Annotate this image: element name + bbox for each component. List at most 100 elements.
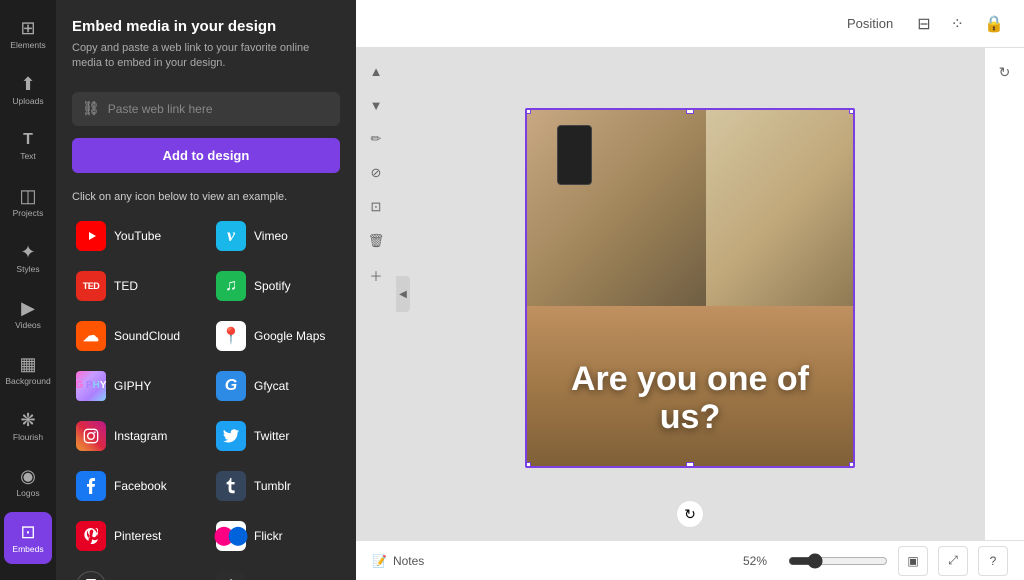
service-item-soundcloud[interactable]: ☁SoundCloud [68, 313, 204, 359]
service-label-spotify: Spotify [254, 279, 291, 293]
styles-icon: ✦ [20, 243, 35, 261]
lock-icon-button[interactable]: 🔒 [980, 10, 1008, 38]
sidebar-label-logos: Logos [16, 488, 39, 498]
sidebar-label-styles: Styles [16, 264, 39, 274]
zoom-controls: 52% ▣ ⤢ ? [743, 546, 1008, 576]
service-icon-gfycat: G [216, 371, 246, 401]
service-item-facebook[interactable]: Facebook [68, 463, 204, 509]
add-tool-button[interactable]: ＋ [361, 260, 391, 290]
sidebar-item-elements[interactable]: ⊞ Elements [4, 8, 52, 60]
help-button[interactable]: ? [978, 546, 1008, 576]
sidebar-item-styles[interactable]: ✦ Styles [4, 232, 52, 284]
text-icon: T [23, 132, 33, 148]
link-icon: ⛓ [82, 100, 100, 117]
service-item-vimeo[interactable]: vVimeo [208, 213, 344, 259]
handle-top-right[interactable] [849, 108, 855, 114]
sidebar-item-logos[interactable]: ◉ Logos [4, 456, 52, 508]
service-item-tumblr[interactable]: Tumblr [208, 463, 344, 509]
sidebar-item-uploads[interactable]: ⬆ Uploads [4, 64, 52, 116]
rotate-handle-button[interactable]: ↻ [676, 500, 704, 528]
sidebar-label-text: Text [20, 151, 36, 161]
layout-icon-button[interactable]: ⊟ [913, 10, 934, 38]
copy-tool-button[interactable]: ⊡ [361, 192, 391, 222]
service-item-ted[interactable]: TEDTED [68, 263, 204, 309]
sidebar-item-videos[interactable]: ▶ Videos [4, 288, 52, 340]
service-icon-tumblr [216, 471, 246, 501]
zoom-slider[interactable] [788, 553, 888, 569]
canvas-area: ▲ ▼ ✏ ⊘ ⊡ 🗑 ＋ ◀ Are you one of us? [356, 48, 1024, 540]
service-icon-twitter [216, 421, 246, 451]
collapse-panel-button[interactable]: ◀ [396, 276, 410, 312]
crop-tool-button[interactable]: ⊘ [361, 158, 391, 188]
service-item-typeform[interactable]: TTypeform [68, 563, 204, 580]
service-icon-instagram [76, 421, 106, 451]
service-item-instagram[interactable]: Instagram [68, 413, 204, 459]
present-button[interactable]: ▣ [898, 546, 928, 576]
handle-bottom-middle[interactable] [686, 462, 694, 468]
service-label-twitter: Twitter [254, 429, 289, 443]
url-input-wrapper: ⛓ [72, 92, 340, 126]
service-item-codepen[interactable]: ◈CodePen [208, 563, 344, 580]
sidebar-item-embeds[interactable]: ⊡ Embeds [4, 512, 52, 564]
grid-icon-button[interactable]: ⁘ [947, 10, 968, 38]
right-rotate-button[interactable]: ↻ [989, 56, 1021, 88]
elements-icon: ⊞ [20, 19, 35, 37]
add-to-design-button[interactable]: Add to design [72, 138, 340, 173]
service-icon-spotify: ♫ [216, 271, 246, 301]
sidebar-item-flourish[interactable]: ❋ Flourish [4, 400, 52, 452]
service-label-pinterest: Pinterest [114, 529, 161, 543]
service-item-twitter[interactable]: Twitter [208, 413, 344, 459]
embeds-panel: Embed media in your design Copy and past… [56, 0, 356, 580]
service-label-instagram: Instagram [114, 429, 167, 443]
service-item-googlemaps[interactable]: 📍 Google Maps [208, 313, 344, 359]
sidebar-item-text[interactable]: T Text [4, 120, 52, 172]
notes-icon: 📝 [372, 554, 387, 568]
url-input[interactable] [108, 92, 330, 126]
design-card[interactable]: Are you one of us? [525, 108, 855, 468]
sidebar-label-flourish: Flourish [13, 432, 43, 442]
notes-button[interactable]: 📝 Notes [372, 554, 424, 568]
scroll-up-button[interactable]: ▲ [361, 56, 391, 86]
service-item-flickr[interactable]: ⬤⬤Flickr [208, 513, 344, 559]
service-item-gfycat[interactable]: G Gfycat [208, 363, 344, 409]
service-icon-giphy: GIPHY [76, 371, 106, 401]
right-toolbar: ↻ [984, 48, 1024, 540]
embeds-icon: ⊡ [20, 523, 35, 541]
service-item-giphy[interactable]: GIPHYGIPHY [68, 363, 204, 409]
service-item-pinterest[interactable]: Pinterest [68, 513, 204, 559]
position-button[interactable]: Position [839, 12, 901, 35]
service-icon-googlemaps: 📍 [216, 321, 246, 351]
service-label-vimeo: Vimeo [254, 229, 288, 243]
design-card-inner: Are you one of us? [527, 110, 853, 466]
projects-icon: ◫ [19, 187, 36, 205]
top-toolbar: Position ⊟ ⁘ 🔒 [356, 0, 1024, 48]
fullscreen-button[interactable]: ⤢ [938, 546, 968, 576]
sidebar-label-embeds: Embeds [12, 544, 43, 554]
service-label-youtube: YouTube [114, 229, 161, 243]
handle-bottom-left[interactable] [525, 462, 531, 468]
lock-icon: 🔒 [984, 14, 1004, 34]
handle-top-left[interactable] [525, 108, 531, 114]
position-label: Position [847, 16, 893, 31]
image-top-right [706, 110, 853, 324]
handle-bottom-right[interactable] [849, 462, 855, 468]
bottom-bar: 📝 Notes 52% ▣ ⤢ ? [356, 540, 1024, 580]
service-label-soundcloud: SoundCloud [114, 329, 180, 343]
service-item-youtube[interactable]: YouTube [68, 213, 204, 259]
panel-description: Copy and paste a web link to your favori… [72, 41, 340, 72]
sidebar-item-background[interactable]: ▦ Background [4, 344, 52, 396]
logos-icon: ◉ [20, 467, 36, 485]
delete-tool-button[interactable]: 🗑 [361, 226, 391, 256]
pen-tool-button[interactable]: ✏ [361, 124, 391, 154]
service-label-facebook: Facebook [114, 479, 167, 493]
scroll-down-button[interactable]: ▼ [361, 90, 391, 120]
service-label-gfycat: Gfycat [254, 379, 289, 393]
handle-top-middle[interactable] [686, 108, 694, 114]
zoom-level-label: 52% [743, 554, 778, 568]
fullscreen-icon: ⤢ [948, 553, 958, 568]
service-item-spotify[interactable]: ♫ Spotify [208, 263, 344, 309]
sidebar-item-projects[interactable]: ◫ Projects [4, 176, 52, 228]
canvas-overlay-text: Are you one of us? [527, 361, 853, 436]
service-label-googlemaps: Google Maps [254, 329, 325, 343]
service-icon-ted: TED [76, 271, 106, 301]
